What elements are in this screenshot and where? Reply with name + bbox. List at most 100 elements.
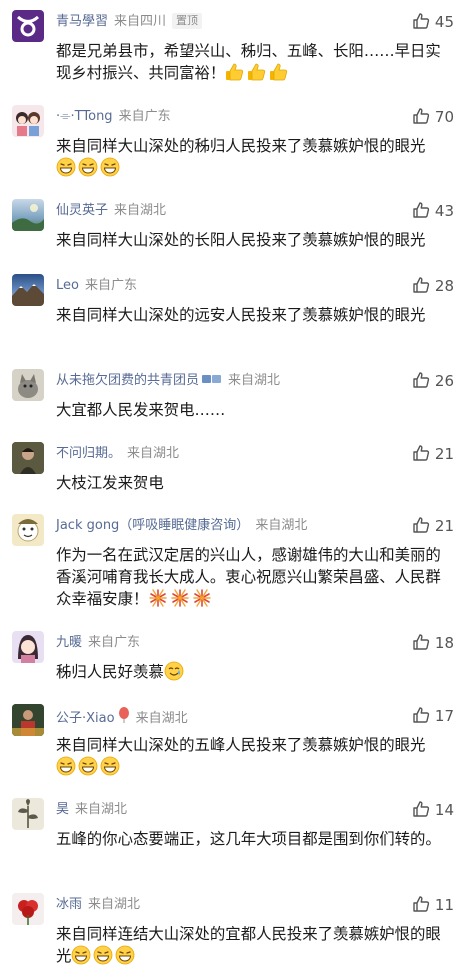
username[interactable]: 不问归期。 — [56, 446, 121, 461]
comment-item: 从未拖欠团费的共青团员 来自湖北 26 大宜都人民发来贺电…… — [0, 369, 468, 419]
comment-body: 来自同样大山深处的长阳人民投来了羡慕嫉妒恨的眼光 — [56, 231, 426, 249]
comment-text: 来自同样大山深处的秭归人民投来了羡慕嫉妒恨的眼光 — [56, 135, 456, 179]
comment-text: 大枝江发来贺电 — [56, 472, 456, 494]
like-count: 26 — [434, 372, 454, 390]
like-count: 14 — [434, 801, 454, 819]
like-button[interactable]: 21 — [412, 444, 454, 464]
location: 来自广东 — [84, 278, 137, 293]
comment-meta: Jack gong（呼吸睡眠健康咨询） 来自湖北 — [56, 517, 307, 535]
comment-meta: 冰雨 来自湖北 — [56, 896, 140, 914]
like-count: 21 — [434, 517, 454, 535]
comment-body: 来自同样连结大山深处的宜都人民投来了羡慕嫉妒恨的眼光 — [56, 925, 441, 965]
thumbs-up-icon — [412, 895, 430, 918]
username[interactable]: 公子·Xiao — [56, 711, 115, 726]
like-count: 17 — [434, 707, 454, 725]
avatar[interactable] — [12, 514, 44, 546]
avatar[interactable] — [12, 704, 44, 736]
comment-meta: Leo 来自广东 — [56, 277, 137, 295]
location: 来自广东 — [88, 635, 141, 650]
grin-emoji-icon — [100, 157, 120, 177]
username[interactable]: ·⌯·TTong — [56, 109, 113, 124]
username[interactable]: 青马學習 — [56, 14, 108, 29]
comment-item: 仙灵英子 来自湖北 43 来自同样大山深处的长阳人民投来了羡慕嫉妒恨的眼光 — [0, 199, 468, 249]
like-count: 28 — [434, 277, 454, 295]
comment-meta: ·⌯·TTong 来自广东 — [56, 108, 171, 126]
like-button[interactable]: 17 — [412, 706, 454, 726]
comment-meta: 九暖 来自广东 — [56, 634, 140, 652]
comment-meta: 公子·Xiao 来自湖北 — [56, 707, 188, 726]
grin-emoji-icon — [78, 756, 98, 776]
like-button[interactable]: 14 — [412, 800, 454, 820]
comment-item: Leo 来自广东 28 来自同样大山深处的远安人民投来了羡慕嫉妒恨的眼光 — [0, 274, 468, 324]
pinned-badge: 置顶 — [172, 13, 203, 29]
comment-item: 不问归期。 来自湖北 21 大枝江发来贺电 — [0, 442, 468, 492]
avatar[interactable] — [12, 10, 44, 42]
comment-text: 都是兄弟县市，希望兴山、秭归、五峰、长阳……早日实现乡村振兴、共同富裕！ — [56, 40, 456, 84]
username[interactable]: Jack gong（呼吸睡眠健康咨询） — [56, 518, 249, 533]
thumbs-up-icon — [412, 201, 430, 224]
comment-text: 大宜都人民发来贺电…… — [56, 399, 456, 421]
comment-body: 来自同样大山深处的远安人民投来了羡慕嫉妒恨的眼光 — [56, 306, 426, 324]
comment-item: ·⌯·TTong 来自广东 70 来自同样大山深处的秭归人民投来了羡慕嫉妒恨的眼光 — [0, 105, 468, 177]
balloon-icon — [118, 707, 130, 729]
thumbs-up-emoji-icon — [225, 62, 245, 82]
avatar[interactable] — [12, 199, 44, 231]
username[interactable]: 从未拖欠团费的共青团员 — [56, 373, 199, 388]
comment-item: 九暖 来自广东 18 秭归人民好羡慕 — [0, 631, 468, 681]
comment-meta: 不问归期。 来自湖北 — [56, 445, 179, 463]
username[interactable]: 九暖 — [56, 635, 82, 650]
avatar[interactable] — [12, 369, 44, 401]
thumbs-up-icon — [412, 444, 430, 467]
grin-emoji-icon — [78, 157, 98, 177]
grin-emoji-icon — [115, 945, 135, 965]
grin-emoji-icon — [93, 945, 113, 965]
username[interactable]: Leo — [56, 278, 79, 293]
grin-emoji-icon — [71, 945, 91, 965]
location: 来自广东 — [118, 109, 171, 124]
like-button[interactable]: 18 — [412, 633, 454, 653]
avatar[interactable] — [12, 631, 44, 663]
like-button[interactable]: 70 — [412, 107, 454, 127]
firework-emoji-icon — [170, 588, 190, 608]
comment-meta: 从未拖欠团费的共青团员 来自湖北 — [56, 372, 280, 390]
username[interactable]: 仙灵英子 — [56, 203, 108, 218]
avatar[interactable] — [12, 442, 44, 474]
grin-emoji-icon — [56, 756, 76, 776]
comment-body: 作为一名在武汉定居的兴山人，感谢雄伟的大山和美丽的香溪河哺育我长大成人。衷心祝愿… — [56, 546, 441, 608]
comment-text: 来自同样大山深处的长阳人民投来了羡慕嫉妒恨的眼光 — [56, 229, 456, 251]
like-button[interactable]: 43 — [412, 201, 454, 221]
like-count: 21 — [434, 445, 454, 463]
like-button[interactable]: 21 — [412, 516, 454, 536]
firework-emoji-icon — [148, 588, 168, 608]
firework-emoji-icon — [192, 588, 212, 608]
like-count: 11 — [434, 896, 454, 914]
comment-text: 来自同样大山深处的五峰人民投来了羡慕嫉妒恨的眼光 — [56, 734, 456, 778]
thumbs-up-icon — [412, 276, 430, 299]
comment-list: 青马學習 来自四川 置顶 45 都是兄弟县市，希望兴山、秭归、五峰、长阳……早日实现… — [0, 0, 468, 965]
avatar[interactable] — [12, 798, 44, 830]
username[interactable]: 昊 — [56, 802, 69, 817]
username[interactable]: 冰雨 — [56, 897, 82, 912]
location: 来自湖北 — [228, 373, 281, 388]
comment-body: 大枝江发来贺电 — [56, 474, 164, 492]
location: 来自湖北 — [88, 897, 141, 912]
comment-body: 五峰的你心态要端正，这几年大项目都是围到你们转的。 — [56, 830, 441, 848]
avatar[interactable] — [12, 274, 44, 306]
avatar[interactable] — [12, 893, 44, 925]
thumbs-up-icon — [412, 633, 430, 656]
like-button[interactable]: 28 — [412, 276, 454, 296]
location: 来自湖北 — [127, 446, 180, 461]
like-count: 18 — [434, 634, 454, 652]
avatar[interactable] — [12, 105, 44, 137]
comment-text: 作为一名在武汉定居的兴山人，感谢雄伟的大山和美丽的香溪河哺育我长大成人。衷心祝愿… — [56, 544, 456, 610]
location: 来自四川 — [114, 14, 167, 29]
location: 来自湖北 — [114, 203, 167, 218]
verified-badge-icon — [202, 373, 222, 391]
comment-meta: 青马學習 来自四川 置顶 — [56, 13, 203, 31]
comment-text: 五峰的你心态要端正，这几年大项目都是围到你们转的。 — [56, 828, 456, 850]
comment-body: 来自同样大山深处的秭归人民投来了羡慕嫉妒恨的眼光 — [56, 137, 426, 155]
like-button[interactable]: 26 — [412, 371, 454, 391]
like-button[interactable]: 45 — [412, 12, 454, 32]
like-button[interactable]: 11 — [412, 895, 454, 915]
thumbs-up-icon — [412, 516, 430, 539]
